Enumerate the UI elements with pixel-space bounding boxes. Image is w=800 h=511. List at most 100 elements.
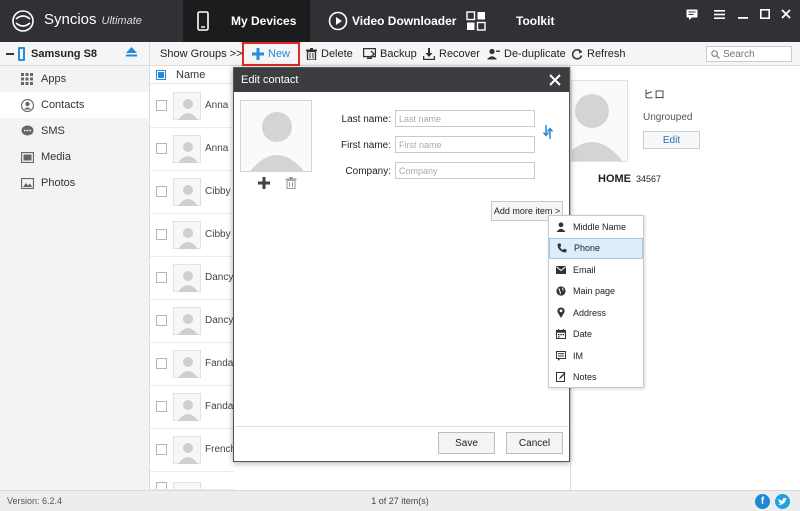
menu-item-notes[interactable]: Notes (549, 367, 643, 389)
row-checkbox[interactable] (156, 272, 167, 283)
menu-item-label: Email (573, 264, 596, 275)
contact-name: French (205, 444, 237, 455)
tab-video-downloader-label: Video Downloader (352, 14, 457, 28)
recover-label: Recover (439, 48, 480, 60)
contact-photo-placeholder-icon[interactable] (240, 100, 312, 172)
minimize-icon[interactable] (735, 6, 751, 22)
chat-icon (556, 350, 566, 361)
row-checkbox[interactable] (156, 358, 167, 369)
trash-icon (306, 48, 317, 60)
sidebar-item-photos[interactable]: Photos (0, 170, 149, 196)
tab-toolkit[interactable]: Toolkit (466, 0, 554, 42)
edit-button[interactable]: Edit (643, 131, 700, 149)
tab-my-devices[interactable]: My Devices (183, 0, 310, 42)
row-checkbox[interactable] (156, 315, 167, 326)
contact-row[interactable]: Cibby (150, 171, 234, 214)
contact-row[interactable]: Anna (150, 128, 234, 171)
device-selector[interactable]: Samsung S8 (0, 42, 150, 66)
menu-icon[interactable] (711, 6, 727, 22)
contact-name: Anna (205, 100, 229, 111)
status-bar: Version: 6.2.4 1 of 27 item(s) f (0, 490, 800, 511)
menu-item-im[interactable]: IM (549, 345, 643, 367)
new-contact-button[interactable]: New (242, 42, 301, 66)
row-checkbox[interactable] (156, 401, 167, 412)
list-header: Name (150, 66, 234, 84)
last-name-field[interactable] (395, 110, 535, 127)
delete-photo-trash-icon[interactable] (285, 177, 297, 189)
search-box[interactable] (706, 46, 792, 62)
menu-item-date[interactable]: Date (549, 324, 643, 346)
swap-names-icon[interactable] (543, 125, 553, 139)
refresh-button[interactable]: Refresh (571, 42, 626, 66)
eject-icon[interactable] (126, 47, 137, 57)
backup-label: Backup (380, 48, 417, 60)
menu-item-phone[interactable]: Phone (549, 237, 643, 259)
close-window-icon[interactable] (778, 6, 794, 22)
tab-video-downloader[interactable]: Video Downloader (328, 0, 456, 42)
item-count: 1 of 27 item(s) (371, 496, 429, 506)
contact-row[interactable]: Dancy (150, 257, 234, 300)
cancel-button[interactable]: Cancel (506, 432, 563, 454)
row-checkbox[interactable] (156, 482, 167, 489)
row-checkbox[interactable] (156, 229, 167, 240)
row-checkbox[interactable] (156, 444, 167, 455)
menu-item-label: Date (573, 329, 593, 340)
menu-item-address[interactable]: Address (549, 302, 643, 324)
twitter-icon[interactable] (775, 494, 790, 509)
company-label: Company: (345, 166, 391, 177)
select-all-checkbox[interactable] (156, 69, 166, 80)
menu-item-main-page[interactable]: Main page (549, 281, 643, 303)
contact-row[interactable]: Fanda (150, 386, 234, 429)
contact-name: Dancy (205, 272, 234, 283)
deduplicate-button[interactable]: De-duplicate (487, 42, 566, 66)
contact-row[interactable]: Cibby (150, 214, 234, 257)
device-phone-icon (18, 46, 25, 61)
sidebar-item-label: Apps (41, 73, 67, 85)
company-field[interactable] (395, 162, 535, 179)
syncios-logo-icon (12, 10, 34, 32)
avatar-placeholder-icon (173, 307, 201, 335)
add-photo-plus-icon[interactable] (258, 177, 270, 189)
facebook-icon[interactable]: f (755, 494, 770, 509)
contact-row[interactable]: Anna (150, 85, 234, 128)
show-groups-button[interactable]: Show Groups >> (160, 42, 243, 66)
contact-row[interactable]: Fanda (150, 343, 234, 386)
contact-name: Fanda (205, 358, 234, 369)
feedback-icon[interactable] (684, 6, 700, 22)
sidebar-item-sms[interactable]: SMS (0, 118, 149, 144)
collapse-icon[interactable] (6, 52, 14, 55)
sidebar-item-label: Media (41, 151, 71, 163)
tab-toolkit-label: Toolkit (516, 14, 555, 28)
row-checkbox[interactable] (156, 186, 167, 197)
avatar-placeholder-icon (173, 135, 201, 163)
app-title: Syncios Ultimate (44, 11, 142, 28)
first-name-field[interactable] (395, 136, 535, 153)
close-icon[interactable] (547, 72, 563, 88)
last-name-label: Last name: (341, 114, 391, 125)
row-checkbox[interactable] (156, 100, 167, 111)
menu-item-label: IM (573, 350, 583, 361)
sidebar-item-media[interactable]: Media (0, 144, 149, 170)
save-button[interactable]: Save (438, 432, 495, 454)
sidebar-item-apps[interactable]: Apps (0, 66, 149, 92)
sidebar-item-contacts[interactable]: Contacts (0, 92, 149, 118)
maximize-icon[interactable] (757, 6, 773, 22)
name-column-header[interactable]: Name (176, 69, 205, 81)
show-groups-label: Show Groups >> (160, 48, 243, 60)
contact-row[interactable]: French (150, 429, 237, 472)
sidebar-item-label: Photos (41, 177, 76, 189)
contact-name: Cibby (205, 186, 231, 197)
recover-button[interactable]: Recover (423, 42, 480, 66)
menu-item-email[interactable]: Email (549, 259, 643, 281)
deduplicate-label: De-duplicate (504, 48, 566, 60)
contact-person-icon (20, 98, 34, 112)
avatar-placeholder-icon (173, 393, 201, 421)
search-input[interactable] (723, 48, 791, 60)
backup-button[interactable]: Backup (363, 42, 417, 66)
contact-row[interactable] (150, 472, 234, 490)
menu-item-middle-name[interactable]: Middle Name (549, 216, 643, 238)
avatar-placeholder-icon (173, 178, 201, 206)
contact-row[interactable]: Dancy (150, 300, 234, 343)
row-checkbox[interactable] (156, 143, 167, 154)
delete-button[interactable]: Delete (306, 42, 353, 66)
